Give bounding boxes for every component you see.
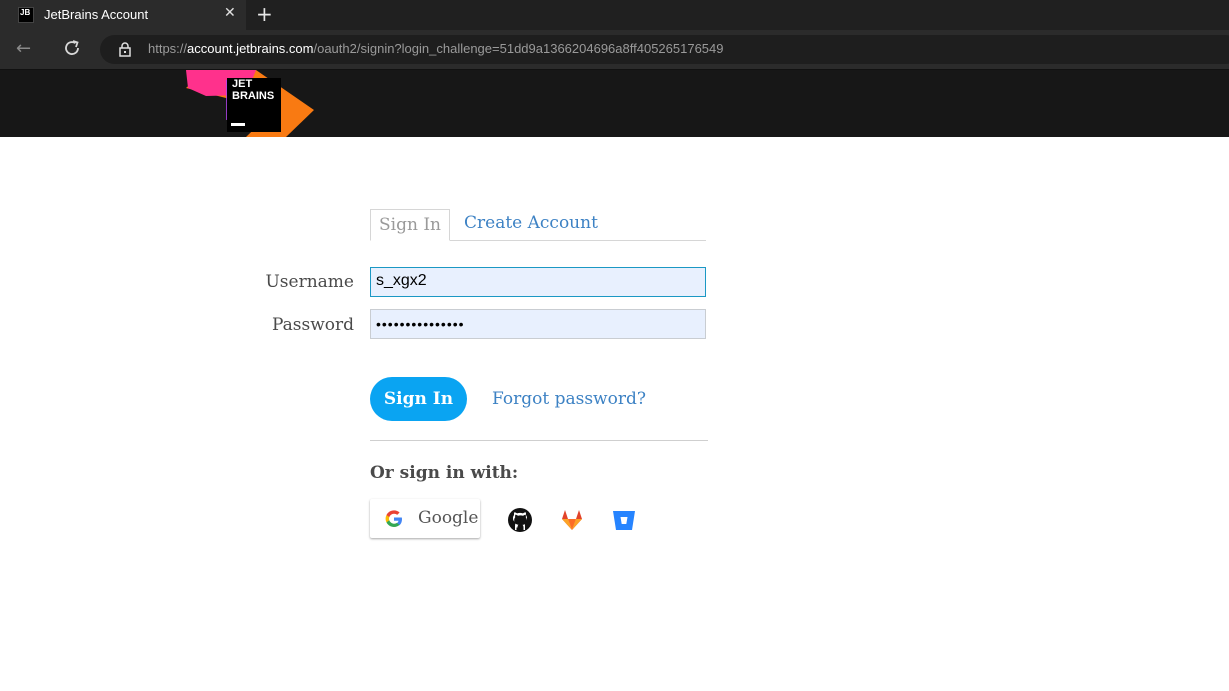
url-field[interactable]: https://account.jetbrains.com/oauth2/sig… [100,35,1229,64]
close-tab-icon[interactable]: ✕ [224,5,236,21]
bitbucket-icon[interactable] [611,507,637,533]
github-icon[interactable] [507,507,533,533]
forgot-password-link[interactable]: Forgot password? [492,389,646,409]
tab-sign-in[interactable]: Sign In [370,209,450,241]
browser-tab-bar: JB JetBrains Account ✕ + [0,0,1229,30]
jetbrains-logo[interactable]: JET BRAINS [186,70,326,137]
url-host: account.jetbrains.com [187,41,314,56]
sign-in-button[interactable]: Sign In [370,377,467,421]
back-arrow-icon[interactable]: ← [16,38,31,59]
username-label: Username [265,272,354,292]
divider [370,440,708,441]
tab-title: JetBrains Account [44,7,149,22]
url-text: https://account.jetbrains.com/oauth2/sig… [148,41,724,56]
google-icon [384,509,404,533]
logo-text-jet: JET [232,78,253,90]
google-label: Google [418,508,479,528]
logo-text-brains: BRAINS [232,90,275,102]
address-bar: ← https://account.jetbrains.com/oauth2/s… [0,30,1229,70]
jetbrains-favicon-icon: JB [18,7,34,23]
or-sign-in-with-label: Or sign in with: [370,463,519,483]
password-label: Password [271,315,354,335]
tab-create-account[interactable]: Create Account [464,213,598,233]
gitlab-icon[interactable] [559,507,585,533]
username-field[interactable]: s_xgx2 [370,267,706,297]
reload-icon[interactable] [62,38,82,62]
password-field[interactable]: ••••••••••••••• [370,309,706,339]
browser-tab[interactable]: JB JetBrains Account ✕ [0,0,246,30]
new-tab-icon[interactable]: + [256,2,273,26]
google-sign-in-button[interactable]: Google [370,499,480,538]
site-header: JET BRAINS [0,70,1229,137]
lock-icon[interactable] [118,42,132,61]
